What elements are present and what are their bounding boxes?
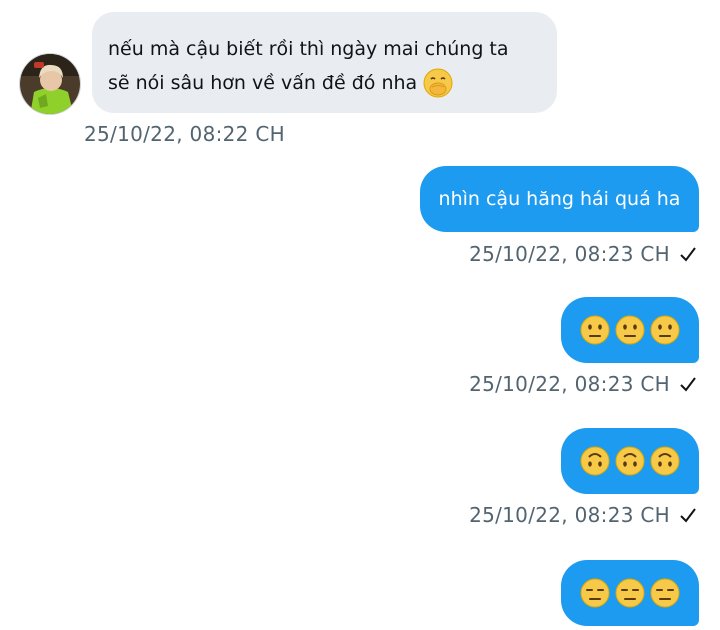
check-icon [680,508,696,523]
neutral-face-emoji-icon [615,315,645,345]
neutral-face-emoji-icon [650,315,680,345]
check-icon [680,377,696,392]
message-timestamp: 25/10/22, 08:23 CH [469,372,670,396]
neutral-face-emoji-icon [580,315,610,345]
message-meta: 25/10/22, 08:23 CH [469,503,698,527]
message-meta: 25/10/22, 08:23 CH [469,242,698,266]
expressionless-face-emoji-icon [580,578,610,608]
upside-down-face-emoji-icon [580,446,610,476]
avatar-image [20,54,80,114]
expressionless-face-emoji-icon [650,578,680,608]
outgoing-emoji-bubble[interactable] [561,428,699,494]
outgoing-message-bubble[interactable]: nhìn cậu hăng hái quá ha [420,166,699,232]
incoming-message-bubble[interactable]: nếu mà cậu biết rồi thì ngày mai chúng t… [92,12,557,113]
message-line-2: sẽ nói sâu hơn về vấn đề đó nha [108,72,418,94]
expressionless-face-emoji-icon [615,578,645,608]
upside-down-face-emoji-icon [650,446,680,476]
face-with-hand-over-mouth-emoji-icon [423,68,453,98]
message-timestamp: 25/10/22, 08:22 CH [84,122,285,146]
upside-down-face-emoji-icon [615,446,645,476]
message-timestamp: 25/10/22, 08:23 CH [469,242,670,266]
sender-avatar[interactable] [19,53,81,115]
outgoing-emoji-bubble[interactable] [561,297,699,363]
message-meta: 25/10/22, 08:23 CH [469,372,698,396]
message-line-1: nếu mà cậu biết rồi thì ngày mai chúng t… [108,38,509,60]
outgoing-emoji-bubble[interactable] [561,560,699,626]
message-timestamp: 25/10/22, 08:23 CH [469,503,670,527]
check-icon [680,247,696,262]
message-text: nhìn cậu hăng hái quá ha [438,188,681,210]
